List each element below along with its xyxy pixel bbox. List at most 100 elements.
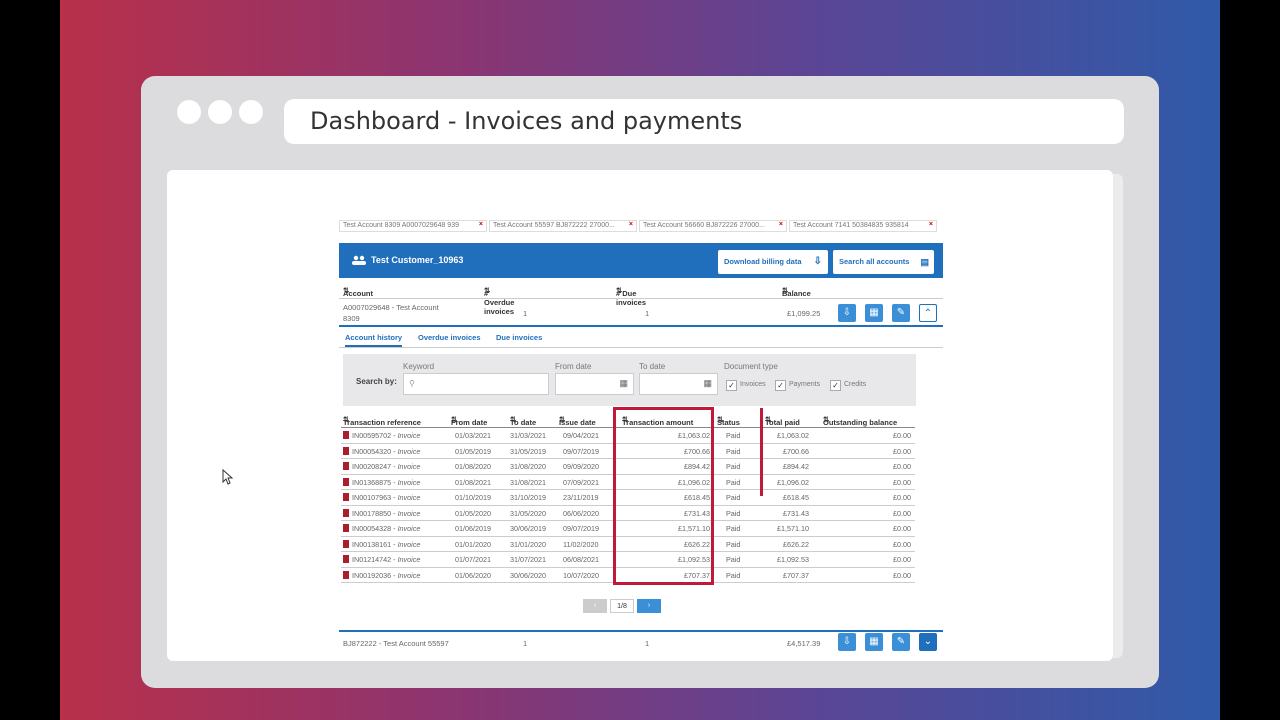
transaction-type: Invoice <box>397 477 421 487</box>
download-icon[interactable]: ⇩ <box>838 633 856 651</box>
cell-outstanding: £0.00 <box>893 555 911 564</box>
cell-to: 31/05/2019 <box>510 446 546 456</box>
prev-page-button[interactable]: ‹ <box>583 599 607 613</box>
pdf-icon[interactable] <box>343 524 349 532</box>
cell-from: 01/05/2020 <box>455 508 491 518</box>
keyword-input[interactable]: ⚲ <box>403 373 549 395</box>
col-balance[interactable]: Balance ⇅ <box>782 286 811 298</box>
account-id: BJ872222 - Test Account 55597 <box>343 639 449 648</box>
download-icon[interactable]: ⇩ <box>838 304 856 322</box>
statement-icon[interactable]: ▦ <box>865 633 883 651</box>
pdf-icon[interactable] <box>343 462 349 470</box>
transaction-reference[interactable]: IN00138161 <box>352 540 391 549</box>
transaction-reference[interactable]: IN00208247 <box>352 462 391 471</box>
cell-issue: 09/09/2020 <box>563 462 599 471</box>
tab-due-invoices[interactable]: Due invoices <box>496 333 542 345</box>
content-area: Test Account 8309 A0007029648 939 × Test … <box>167 170 1113 661</box>
window-dot-2[interactable] <box>208 100 232 124</box>
account-row[interactable]: BJ872222 - Test Account 55597 1 1 £4,517… <box>339 630 943 658</box>
to-date-input[interactable]: ▦ <box>639 373 718 395</box>
col-due[interactable]: # Due invoices ⇅ <box>616 286 646 307</box>
from-date-input[interactable]: ▦ <box>555 373 634 395</box>
col-from-date[interactable]: From date ⇅ <box>451 415 487 427</box>
close-icon[interactable]: × <box>779 221 783 228</box>
cell-status: Paid <box>726 431 741 440</box>
collapse-icon[interactable]: ⌃ <box>919 304 937 322</box>
tab-account-history[interactable]: Account history <box>345 333 403 347</box>
pdf-icon[interactable] <box>343 493 349 501</box>
cell-outstanding: £0.00 <box>893 570 911 580</box>
cell-issue: 06/08/2021 <box>563 555 599 564</box>
col-issue-date[interactable]: Issue date ⇅ <box>559 415 596 427</box>
col-overdue[interactable]: # Overdue invoices ⇅ <box>484 286 514 316</box>
pdf-icon[interactable] <box>343 477 349 486</box>
col-outstanding-balance[interactable]: Outstanding balance ⇅ <box>823 415 897 427</box>
next-page-button[interactable]: › <box>637 599 661 613</box>
search-accounts-button[interactable]: Search all accounts ▤ <box>833 250 934 274</box>
col-total-paid[interactable]: Total paid ⇅ <box>765 415 800 427</box>
account-chip[interactable]: Test Account 8309 A0007029648 939 × <box>339 220 487 232</box>
transaction-ref-cell: IN00138161 - Invoice <box>343 539 421 549</box>
cell-status: Paid <box>726 508 741 518</box>
download-billing-button[interactable]: Download billing data ⇩ <box>718 250 828 274</box>
due-count: 1 <box>645 639 650 648</box>
pdf-icon[interactable] <box>343 555 349 563</box>
close-icon[interactable]: × <box>479 221 483 228</box>
account-chip[interactable]: Test Account 56660 BJ872226 27000... × <box>639 220 787 232</box>
transaction-ref-cell: IN00107963 - Invoice <box>343 493 420 502</box>
pdf-icon[interactable] <box>343 539 349 548</box>
highlight-line <box>760 408 763 496</box>
col-account[interactable]: Account ⇅ <box>343 286 373 298</box>
payments-checkbox[interactable]: ✓ <box>775 380 786 391</box>
account-chip[interactable]: Test Account 7141 50384835 935814 × <box>789 220 937 232</box>
cell-to: 31/01/2020 <box>510 539 546 549</box>
tab-overdue-invoices[interactable]: Overdue invoices <box>418 333 481 345</box>
pay-icon[interactable]: ✎ <box>892 304 910 322</box>
window-dot-3[interactable] <box>239 100 263 124</box>
window-dot-1[interactable] <box>177 100 201 124</box>
transaction-ref-cell: IN00178850 - Invoice <box>343 508 420 518</box>
transaction-reference[interactable]: IN00595702 <box>352 431 391 440</box>
col-to-date[interactable]: To date ⇅ <box>510 415 536 427</box>
pdf-icon[interactable] <box>343 431 349 439</box>
transaction-type: Invoice <box>397 539 421 549</box>
transaction-reference[interactable]: IN00054320 <box>352 447 391 456</box>
cell-status: Paid <box>726 570 741 580</box>
cell-to: 31/08/2021 <box>510 477 546 487</box>
transaction-ref-cell: IN00054328 - Invoice <box>343 524 420 533</box>
pay-icon[interactable]: ✎ <box>892 633 910 651</box>
account-row[interactable]: A0007029648 - Test Account 8309 1 1 £1,0… <box>339 300 943 327</box>
invoices-checkbox[interactable]: ✓ <box>726 380 737 391</box>
cell-from: 01/06/2019 <box>455 524 491 533</box>
credits-checkbox[interactable]: ✓ <box>830 380 841 391</box>
cell-to: 31/07/2021 <box>510 555 546 564</box>
content-edge <box>1113 174 1123 658</box>
transaction-reference[interactable]: IN00178850 <box>352 509 391 518</box>
cell-issue: 11/02/2020 <box>563 539 599 549</box>
expand-icon[interactable]: ⌄ <box>919 633 937 651</box>
col-transaction-reference[interactable]: Transaction reference ⇅ <box>343 415 421 427</box>
users-icon <box>352 255 366 265</box>
col-status[interactable]: Status ⇅ <box>717 415 740 427</box>
mouse-cursor-icon <box>222 469 234 485</box>
transaction-type: Invoice <box>397 446 421 456</box>
transaction-reference[interactable]: IN00107963 <box>352 493 391 502</box>
pdf-icon[interactable] <box>343 508 349 517</box>
account-chip[interactable]: Test Account 55597 BJ872222 27000... × <box>489 220 637 232</box>
close-icon[interactable]: × <box>929 221 933 228</box>
transaction-reference[interactable]: IN00054328 <box>352 524 391 533</box>
pdf-icon[interactable] <box>343 446 349 455</box>
close-icon[interactable]: × <box>629 221 633 228</box>
to-date-label: To date <box>639 362 666 371</box>
transaction-reference[interactable]: IN00192036 <box>352 571 391 580</box>
transaction-reference[interactable]: IN01368875 <box>352 478 391 487</box>
cell-status: Paid <box>726 555 741 564</box>
pdf-icon[interactable] <box>343 570 349 579</box>
cell-paid: £1,063.02 <box>777 431 809 440</box>
credits-label: Credits <box>844 381 867 388</box>
browser-window: Dashboard - Invoices and payments Test A… <box>141 76 1159 688</box>
statement-icon[interactable]: ▦ <box>865 304 883 322</box>
cell-status: Paid <box>726 477 741 487</box>
account-balance: £4,517.39 <box>787 639 821 648</box>
transaction-reference[interactable]: IN01214742 <box>352 555 391 564</box>
